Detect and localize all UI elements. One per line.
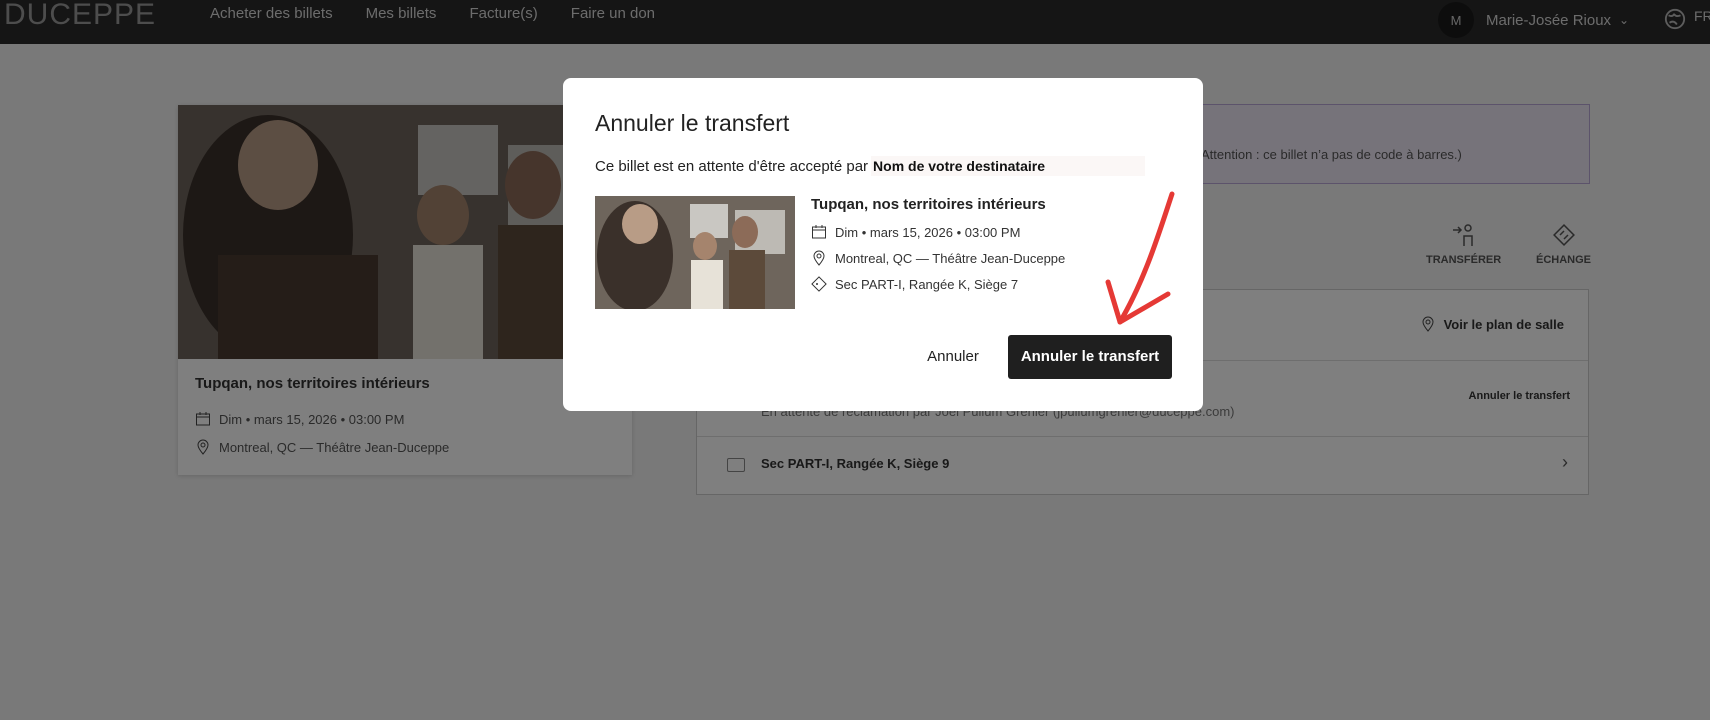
modal-message: Ce billet est en attente d'être accepté … (595, 156, 1145, 176)
recipient-name: Nom de votre destinataire (871, 156, 1145, 176)
cancel-button[interactable]: Annuler (903, 335, 1003, 379)
modal-venue-text: Montreal, QC — Théâtre Jean-Duceppe (835, 250, 1066, 266)
modal-seat: Sec PART-I, Rangée K, Siège 7 (811, 276, 1018, 292)
ticket-tag-icon (811, 276, 827, 292)
modal-date-text: Dim • mars 15, 2026 • 03:00 PM (835, 224, 1021, 240)
location-pin-icon (813, 250, 825, 266)
modal-title: Annuler le transfert (595, 110, 790, 136)
modal-seat-text: Sec PART-I, Rangée K, Siège 7 (835, 276, 1019, 292)
modal-message-text: Ce billet est en attente d'être accepté … (595, 157, 869, 175)
confirm-cancel-transfer-button[interactable]: Annuler le transfert (1008, 335, 1172, 379)
annotation-arrow-icon (1105, 191, 1175, 325)
calendar-icon (812, 225, 826, 239)
modal-date: Dim • mars 15, 2026 • 03:00 PM (811, 224, 1020, 240)
modal-event-image (595, 196, 795, 309)
modal-show-title: Tupqan, nos territoires intérieurs (811, 196, 1046, 213)
modal-venue: Montreal, QC — Théâtre Jean-Duceppe (811, 250, 1065, 266)
